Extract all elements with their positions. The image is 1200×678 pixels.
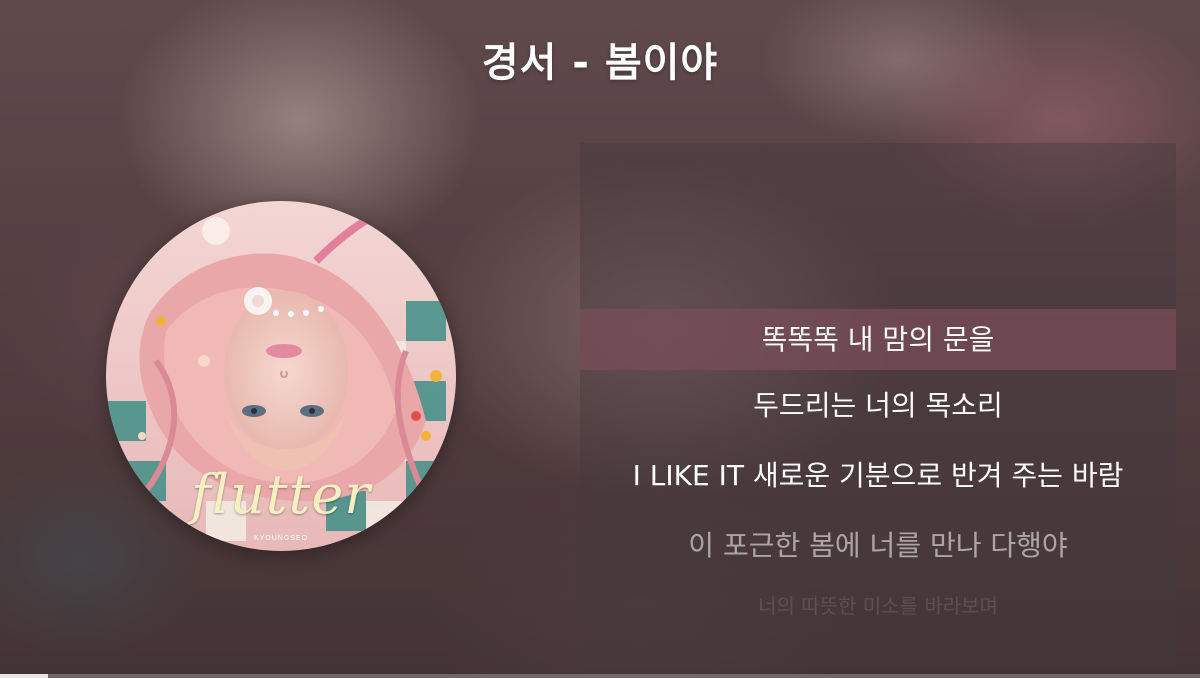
video-progress-fill — [0, 674, 48, 678]
lyric-line-current: 똑똑똑 내 맘의 문을 — [580, 309, 1176, 370]
album-title-text: flutter — [190, 463, 372, 526]
lyric-line: 두드리는 너의 목소리 — [753, 389, 1003, 422]
album-cover: flutter KYOUNGSEO — [106, 201, 456, 551]
video-progress-bar[interactable] — [0, 674, 1200, 678]
lyrics-panel: 똑똑똑 내 맘의 문을 두드리는 너의 목소리 I LIKE IT 새로운 기분… — [580, 143, 1176, 669]
song-title: 경서 - 봄이야 — [481, 40, 719, 86]
lyric-line: I LIKE IT 새로운 기분으로 반겨 주는 바람 — [632, 459, 1124, 492]
lyric-line-faded: 너의 따뜻한 미소를 바라보며 — [758, 594, 998, 618]
album-artist-text: KYOUNGSEO — [253, 535, 309, 542]
lyric-line: 이 포근한 봄에 너를 만나 다행야 — [688, 529, 1068, 562]
